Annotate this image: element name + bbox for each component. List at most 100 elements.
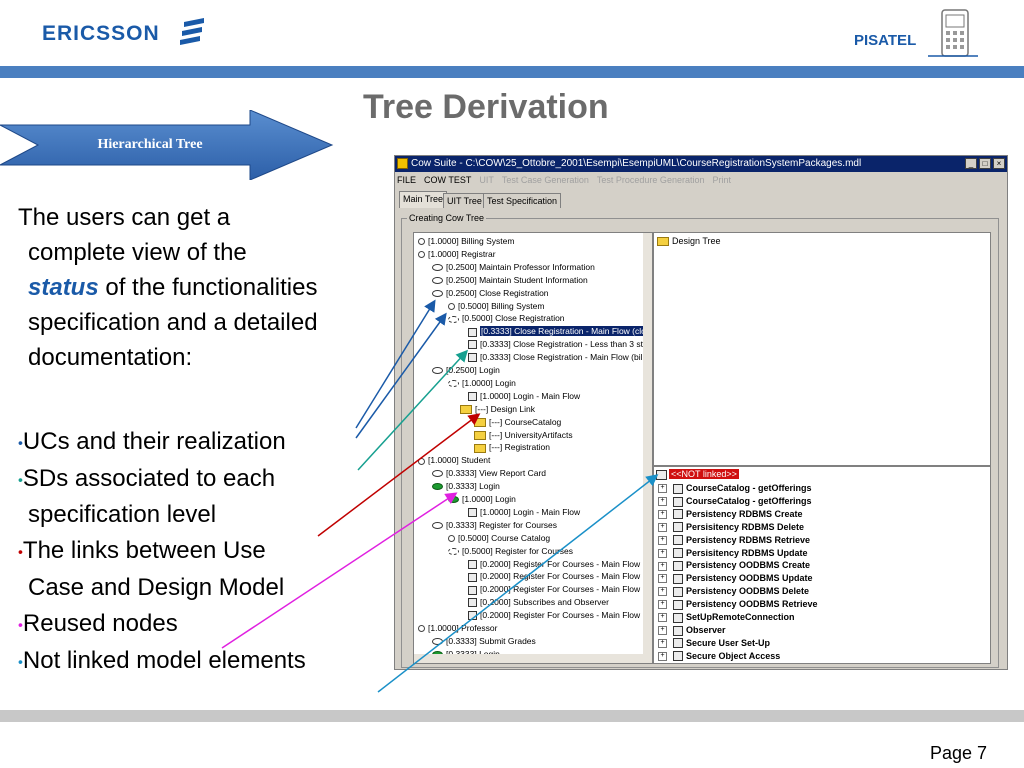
tab-main-tree[interactable]: Main Tree (399, 191, 448, 208)
tree-node[interactable]: [0.2000] Register For Courses - Main Flo… (468, 609, 651, 622)
design-tree-root[interactable]: Design Tree (657, 235, 721, 248)
tree-node[interactable]: [1.0000] Registrar (418, 248, 496, 261)
tree-node[interactable]: [---] Registration (474, 441, 550, 454)
tab-uit-tree[interactable]: UIT Tree (443, 193, 486, 208)
maximize-icon[interactable]: □ (979, 158, 991, 169)
menu-item[interactable]: COW TEST (424, 175, 471, 185)
expand-icon[interactable]: + (658, 613, 667, 623)
main-tree-pane[interactable]: [1.0000] Billing System [1.0000] Registra… (413, 232, 653, 664)
not-linked-item[interactable]: + Observer (658, 624, 726, 637)
oval-icon (432, 522, 443, 530)
not-linked-item[interactable]: + Secure User Set-Up (658, 637, 770, 650)
not-linked-item[interactable]: + Persistency OODBMS Retrieve (658, 598, 818, 611)
tree-node[interactable]: [0.2500] Close Registration (432, 287, 549, 300)
not-linked-pane[interactable]: <<NOT linked>> + CourseCatalog - getOffer… (653, 466, 991, 664)
doc-icon (468, 508, 477, 518)
tree-node[interactable]: [0.2000] Register For Courses - Main Flo… (468, 570, 651, 583)
design-tree-pane[interactable]: Design Tree (653, 232, 991, 466)
tree-node[interactable]: [0.3333] Submit Grades (432, 635, 536, 648)
tree-node[interactable]: [1.0000] Billing System (418, 235, 514, 248)
expand-icon[interactable]: + (658, 497, 667, 507)
fold-icon (460, 404, 472, 414)
tree-node[interactable]: [---] Design Link (460, 403, 535, 416)
tree-node-label: [1.0000] Login - Main Flow (480, 390, 581, 401)
expand-icon[interactable]: + (658, 574, 667, 584)
tree-node[interactable]: [1.0000] Login - Main Flow (468, 506, 580, 519)
not-linked-item[interactable]: + Persistency OODBMS Update (658, 572, 813, 585)
expand-icon[interactable]: + (658, 561, 667, 571)
tree-node[interactable]: [1.0000] Login (448, 377, 516, 390)
tree-node[interactable]: [0.2000] Subscribes and Observer (468, 596, 609, 609)
tree-node[interactable]: [0.3333] Close Registration - Less than … (468, 338, 652, 351)
tree-node[interactable]: [0.2000] Register For Courses - Main Flo… (468, 583, 652, 596)
expand-icon[interactable]: + (658, 548, 667, 558)
not-linked-item[interactable]: + SetUpRemoteConnection (658, 611, 795, 624)
not-linked-item[interactable]: + Persisitency RDBMS Delete (658, 521, 804, 534)
not-linked-item[interactable]: + Persistency RDBMS Retrieve (658, 534, 810, 547)
slide-title: Tree Derivation (363, 88, 609, 126)
tree-node[interactable]: [0.3333] View Report Card (432, 467, 546, 480)
not-linked-root[interactable]: <<NOT linked>> (656, 468, 739, 481)
tab-test-specification[interactable]: Test Specification (483, 193, 562, 208)
tree-node[interactable]: [1.0000] Student (418, 454, 490, 467)
footer-band (0, 710, 1024, 722)
tree-node[interactable]: [0.5000] Billing System (448, 300, 544, 313)
tree-node[interactable]: [1.0000] Professor (418, 622, 497, 635)
tree-node[interactable]: [1.0000] Login (448, 493, 516, 506)
tree-node[interactable]: [---] UniversityArtifacts (474, 429, 573, 442)
ovalg-icon (448, 496, 459, 504)
minimize-icon[interactable]: _ (965, 158, 977, 169)
expand-icon[interactable]: + (658, 509, 667, 519)
group-label: Creating Cow Tree (407, 213, 487, 223)
tree-node[interactable]: [0.5000] Close Registration (448, 312, 565, 325)
expand-icon[interactable]: + (658, 587, 667, 597)
not-linked-item[interactable]: + Persistency RDBMS Create (658, 508, 803, 521)
expand-icon[interactable]: + (658, 522, 667, 532)
not-linked-item[interactable]: + CourseCatalog - getOfferings (658, 495, 812, 508)
tree-node[interactable]: [0.3333] Close Registration - Main Flow … (468, 351, 651, 364)
expand-icon[interactable]: + (658, 600, 667, 610)
tree-node[interactable]: [---] CourseCatalog (474, 416, 561, 429)
not-linked-item-label: Secure User Set-Up (686, 637, 771, 648)
expand-icon[interactable]: + (658, 484, 667, 494)
tree-node-label: [---] Registration (489, 442, 550, 453)
ovalg-icon (432, 483, 443, 491)
intro-paragraph: The users can get a complete view of the… (18, 200, 398, 375)
expand-icon[interactable]: + (658, 638, 667, 648)
not-linked-item[interactable]: + Persistency OODBMS Create (658, 559, 810, 572)
not-linked-item[interactable]: + Persisitency RDBMS Update (658, 547, 808, 560)
not-linked-item[interactable]: + CourseCatalog - getOfferings (658, 482, 812, 495)
tree-node[interactable]: [0.3333] Close Registration - Main Flow … (468, 325, 652, 338)
tree-node[interactable]: [0.3333] Register for Courses (432, 519, 557, 532)
not-linked-item-label: Persistency OODBMS Retrieve (686, 599, 818, 610)
tree-node-label: [0.2500] Login (446, 365, 500, 375)
menu-item[interactable]: Print (712, 175, 731, 185)
menu-item[interactable]: Test Procedure Generation (597, 175, 705, 185)
tree-horizontal-scrollbar[interactable] (414, 654, 643, 663)
oval-icon (432, 470, 443, 478)
not-linked-item[interactable]: + Secure Object Access (658, 650, 780, 663)
tree-node[interactable]: [0.2500] Login (432, 364, 500, 377)
close-icon[interactable]: × (993, 158, 1005, 169)
expand-icon[interactable]: + (658, 535, 667, 545)
tree-node[interactable]: [0.5000] Course Catalog (448, 532, 550, 545)
oval-icon (432, 289, 443, 297)
tree-node[interactable]: [1.0000] Login - Main Flow (468, 390, 580, 403)
tree-node-label: [0.3333] Close Registration - Less than … (480, 339, 653, 350)
tree-node[interactable]: [0.2500] Maintain Student Information (432, 274, 588, 287)
not-linked-item-label: Persistency RDBMS Create (686, 508, 803, 519)
tree-node-label: [0.3333] View Report Card (446, 468, 547, 479)
tree-node[interactable]: [0.5000] Register for Courses (448, 545, 573, 558)
tree-node[interactable]: [0.2500] Maintain Professor Information (432, 261, 595, 274)
expand-icon[interactable]: + (658, 626, 667, 636)
not-linked-item[interactable]: + Persistency OODBMS Delete (658, 585, 809, 598)
menu-item[interactable]: Test Case Generation (502, 175, 589, 185)
doc-icon (673, 535, 683, 546)
tree-node[interactable]: [0.2000] Register For Courses - Main Flo… (468, 558, 651, 571)
expand-icon[interactable]: + (658, 651, 667, 661)
menu-item[interactable]: UIT (479, 175, 494, 185)
tree-node[interactable]: [0.3333] Login (432, 480, 500, 493)
actor-icon (418, 457, 425, 465)
tree-vertical-scrollbar[interactable] (643, 233, 652, 663)
menu-item[interactable]: FILE (397, 175, 416, 185)
